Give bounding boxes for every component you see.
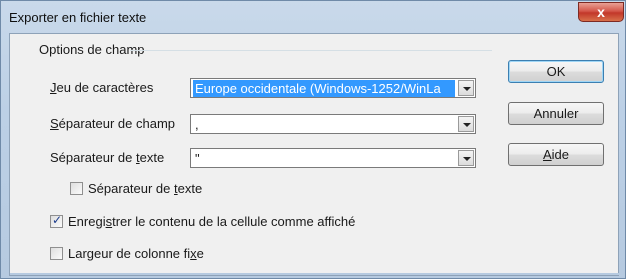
cancel-button[interactable]: Annuler bbox=[508, 102, 604, 125]
help-button-label: Aide bbox=[543, 147, 569, 162]
chk2-label-pre: Enregi bbox=[68, 214, 106, 229]
dialog-title: Exporter en fichier texte bbox=[9, 10, 147, 25]
ok-button[interactable]: OK bbox=[508, 60, 604, 83]
text-separator-value: " bbox=[195, 151, 200, 166]
chevron-down-icon[interactable] bbox=[458, 116, 474, 132]
field-separator-value: , bbox=[195, 117, 199, 132]
fixed-width-checkbox-row[interactable]: Largeur de colonne fixe bbox=[50, 246, 204, 261]
text-sep-label-post: exte bbox=[139, 150, 165, 165]
chevron-down-icon[interactable] bbox=[458, 150, 474, 166]
cancel-button-label: Annuler bbox=[533, 106, 579, 121]
text-separator-checkbox-row[interactable]: Séparateur de texte bbox=[70, 181, 202, 196]
save-as-shown-checkbox[interactable] bbox=[50, 213, 63, 228]
help-accel: A bbox=[542, 147, 552, 162]
fixed-width-checkbox[interactable] bbox=[50, 247, 63, 260]
fixed-width-label: Largeur de colonne fixe bbox=[68, 246, 204, 261]
chk3-label-pre: Largeur de colonne fi bbox=[68, 246, 191, 261]
chk1-label-post: exte bbox=[177, 181, 203, 196]
dialog-body: Options de champ Jeu de caractères Europ… bbox=[9, 33, 620, 276]
chk1-label-pre: Séparateur de bbox=[88, 181, 175, 196]
charset-label-post: eu de caractères bbox=[56, 80, 154, 95]
charset-label: Jeu de caractères bbox=[50, 80, 153, 95]
field-sep-label-accel: S bbox=[50, 116, 59, 131]
charset-dropdown[interactable]: Europe occidentale (Windows-1252/WinLa bbox=[190, 78, 476, 98]
close-icon: x bbox=[597, 4, 605, 20]
help-rest: ide bbox=[551, 147, 570, 162]
chevron-down-icon[interactable] bbox=[458, 80, 474, 96]
close-button[interactable]: x bbox=[578, 2, 624, 22]
field-separator-label: Séparateur de champ bbox=[50, 116, 175, 131]
text-separator-checkbox[interactable] bbox=[70, 182, 83, 195]
save-as-shown-label: Enregistrer le contenu de la cellule com… bbox=[68, 214, 355, 229]
text-separator-combo[interactable]: " bbox=[190, 148, 476, 168]
save-as-shown-checkbox-row[interactable]: Enregistrer le contenu de la cellule com… bbox=[50, 213, 355, 229]
bottom-edge bbox=[10, 273, 620, 275]
field-sep-label-post: éparateur de champ bbox=[58, 116, 176, 131]
dialog-window: Exporter en fichier texte x Options de c… bbox=[0, 0, 626, 279]
help-button[interactable]: Aide bbox=[508, 143, 604, 166]
chk2-label-post: trer le contenu de la cellule comme affi… bbox=[112, 214, 356, 229]
text-separator-label: Séparateur de texte bbox=[50, 150, 164, 165]
text-separator-checkbox-label: Séparateur de texte bbox=[88, 181, 202, 196]
charset-value: Europe occidentale (Windows-1252/WinLa bbox=[193, 80, 455, 97]
text-sep-label-pre: Séparateur de bbox=[50, 150, 137, 165]
chk3-label-post: e bbox=[196, 246, 204, 261]
ok-button-label: OK bbox=[546, 64, 566, 79]
field-separator-combo[interactable]: , bbox=[190, 114, 476, 134]
group-divider bbox=[130, 50, 492, 51]
title-bar[interactable]: Exporter en fichier texte x bbox=[1, 1, 626, 33]
